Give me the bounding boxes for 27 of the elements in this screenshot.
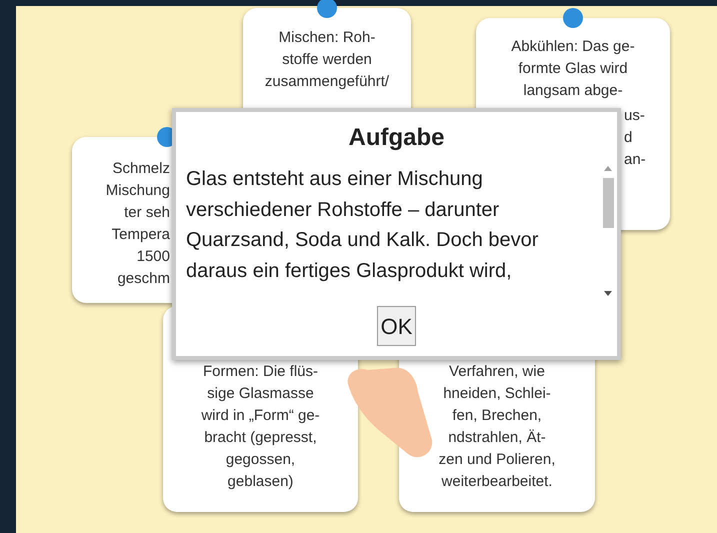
card-text: langsam abge- <box>523 81 623 101</box>
card-text: Schmelz <box>112 159 170 179</box>
card-text: Verfahren, wie <box>449 362 545 382</box>
card-text: hneiden, Schlei- <box>443 384 551 404</box>
card-text: an- <box>624 150 646 170</box>
card-text: ndstrahlen, Ät- <box>448 428 546 448</box>
card-text: Mischung <box>106 181 170 201</box>
card-text: us- <box>624 106 645 126</box>
card-text: Mischen: Roh- <box>278 28 376 48</box>
card-text: Formen: Die flüs- <box>202 362 318 382</box>
card-text: fen, Brechen, <box>452 406 542 426</box>
card-text: weiterbearbeitet. <box>442 472 552 492</box>
card-text: d <box>624 128 632 148</box>
card-text: Abkühlen: Das ge- <box>511 37 635 57</box>
card-text: 1500 <box>136 247 170 267</box>
card-text: stoffe werden <box>282 50 372 70</box>
card-text: geschm <box>117 269 170 289</box>
card-text: ter seh <box>124 203 170 223</box>
card-text: zen und Polieren, <box>438 450 556 470</box>
card-text: sige Glasmasse <box>207 384 314 404</box>
card-text: wird in „Form“ ge- <box>201 406 320 426</box>
card-text: bracht (gepresst, <box>204 428 317 448</box>
card-text: zusammengeführt/ <box>264 72 390 92</box>
card-text: Tempera <box>112 225 170 245</box>
card-text: gegossen, <box>226 450 296 470</box>
card-text: formte Glas wird <box>518 59 628 79</box>
card-text: geblasen) <box>228 472 294 492</box>
